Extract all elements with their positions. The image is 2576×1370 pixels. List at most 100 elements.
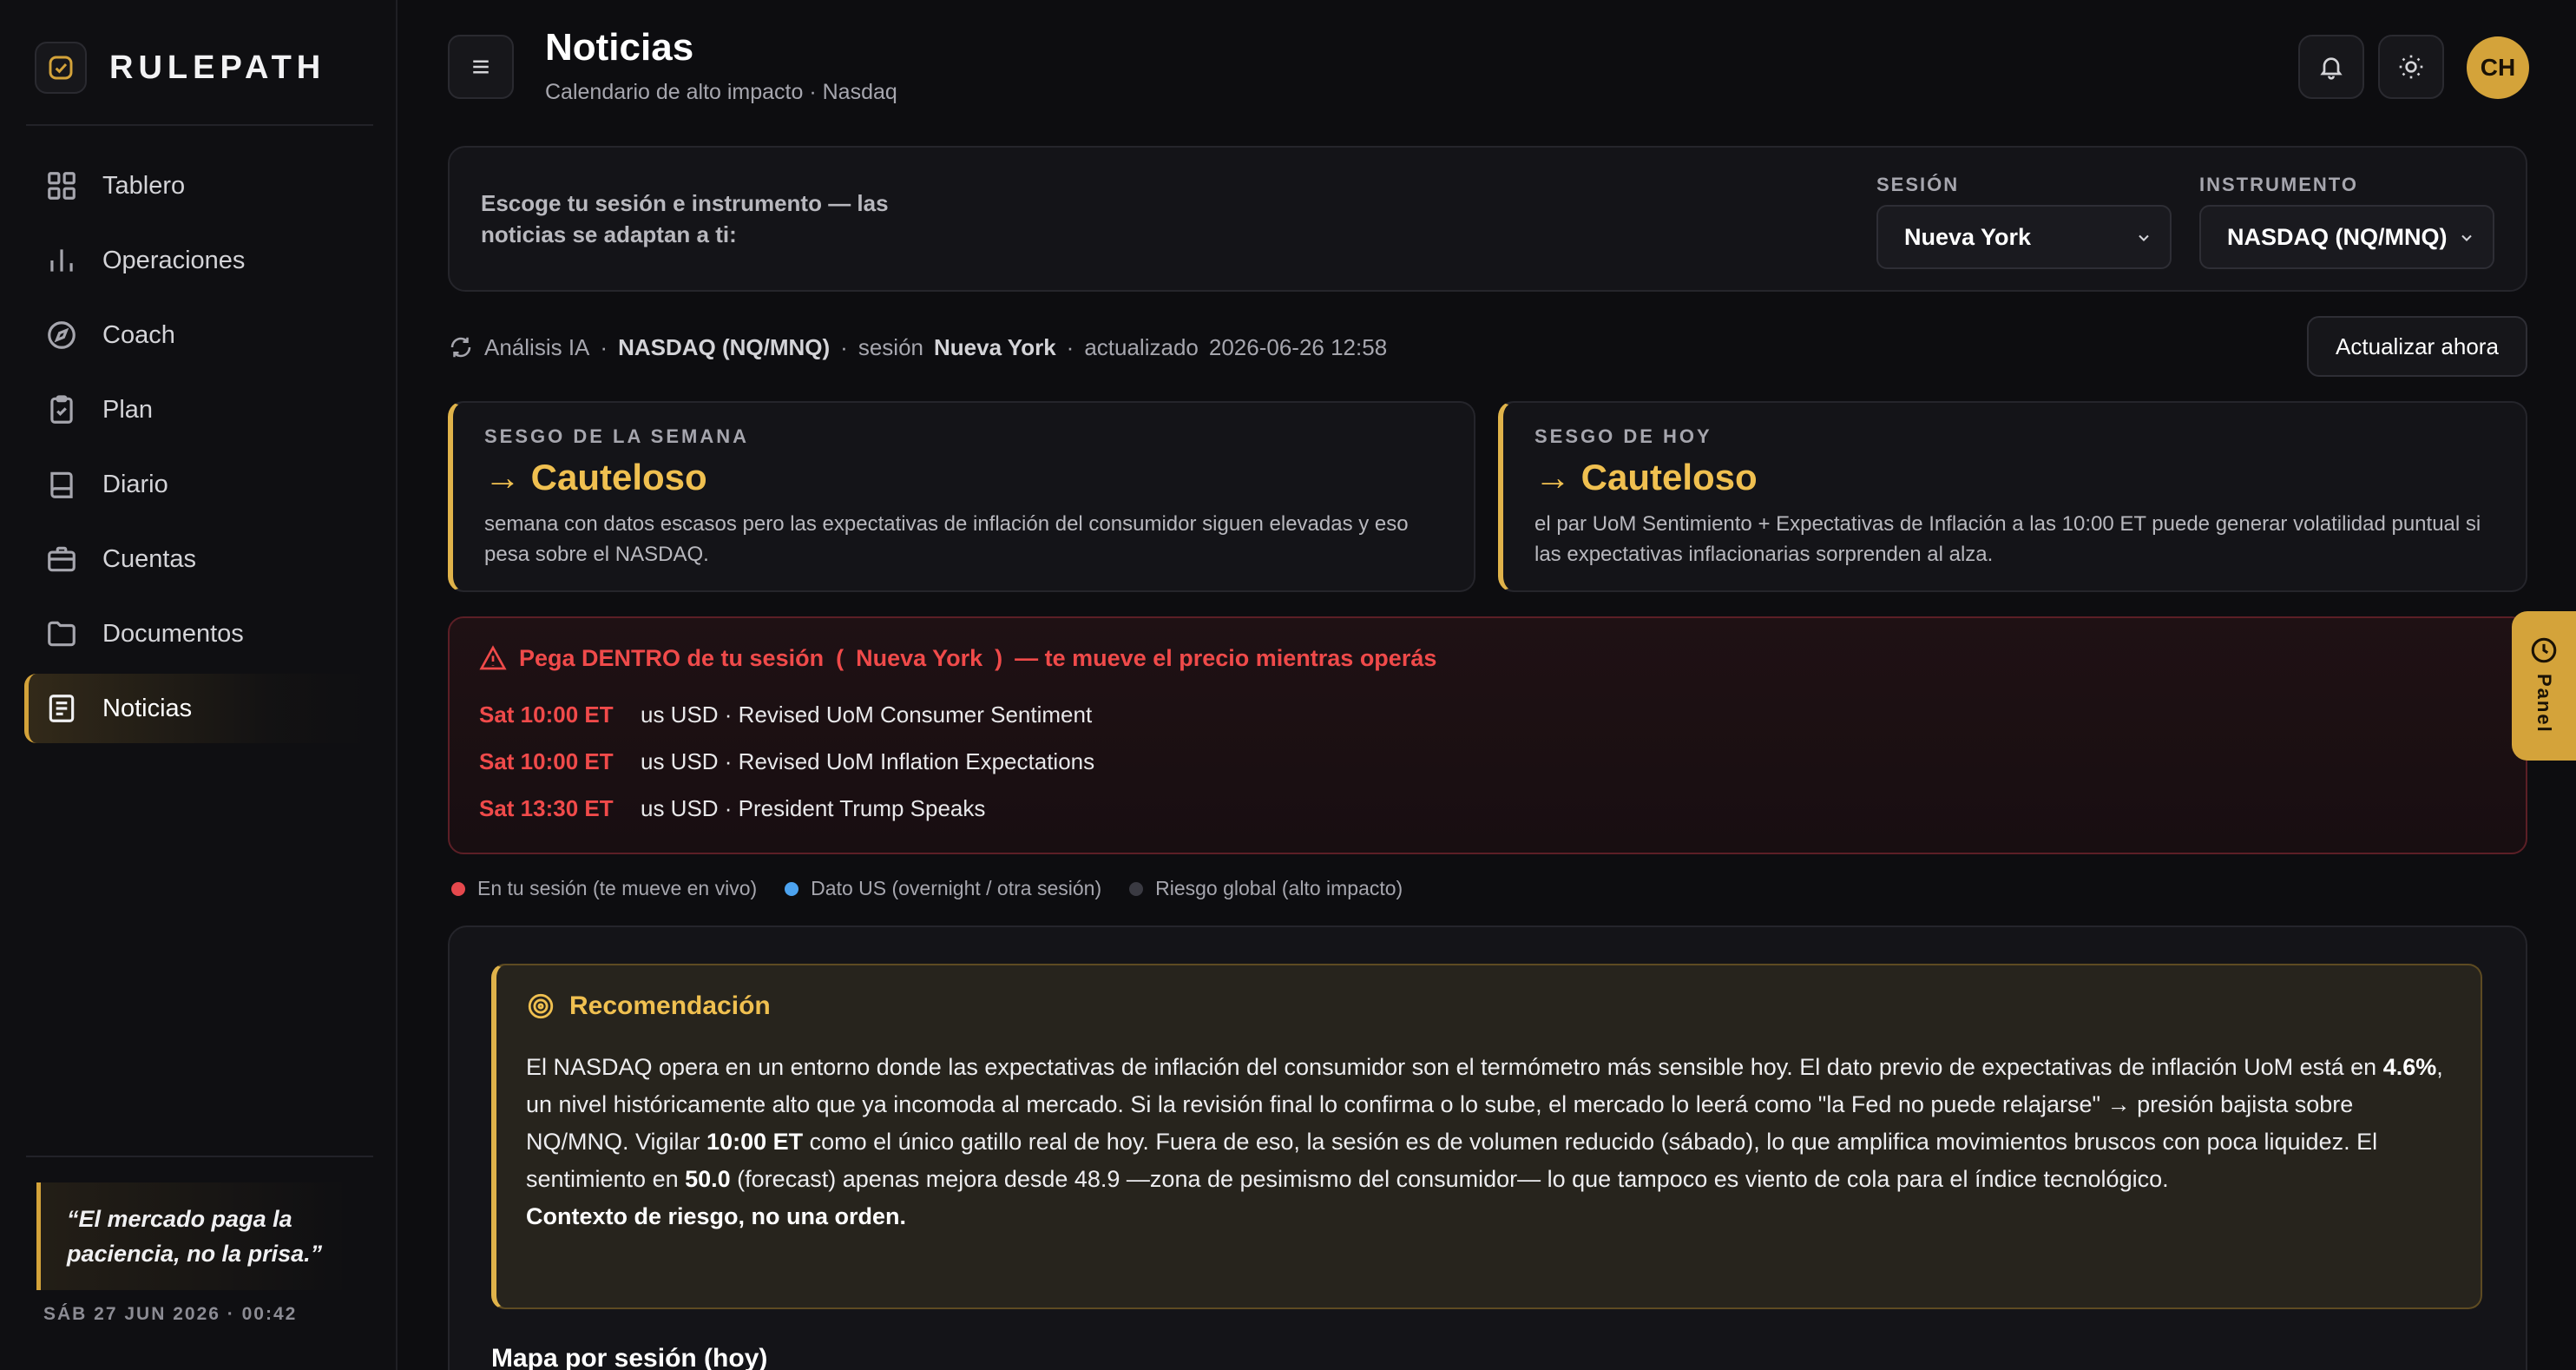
sidebar-item-cuentas[interactable]: Cuentas [24, 524, 371, 594]
event-time: Sat 10:00 ET [479, 748, 614, 774]
weekly-bias-value: → Cauteloso [484, 457, 707, 497]
meta-session-word: sesión [858, 333, 923, 360]
target-icon [528, 993, 554, 1019]
sun-icon [2399, 55, 2423, 79]
theme-toggle-button[interactable] [2378, 35, 2444, 99]
bell-icon [2320, 57, 2343, 80]
sidebar-item-coach[interactable]: Coach [24, 300, 371, 370]
refresh-icon [450, 337, 471, 358]
meta-updated-word: actualizado [1084, 333, 1199, 360]
checkbox-logo-icon [35, 42, 87, 94]
red-dot-icon [451, 882, 465, 896]
analysis-meta: Análisis IA · NASDAQ (NQ/MNQ) · sesión N… [448, 333, 1387, 361]
bar-chart-icon [50, 249, 73, 272]
selector-prompt: Escoge tu sesión e instrumento — las not… [481, 190, 889, 247]
sidebar-item-label: Diario [102, 470, 168, 498]
page-subtitle: Calendario de alto impacto · Nasdaq [545, 80, 897, 104]
session-map-title: Mapa por sesión (hoy) [491, 1344, 768, 1370]
refresh-now-button[interactable]: Actualizar ahora [2307, 316, 2527, 377]
event-row[interactable]: Sat 13:30 ET us USD · President Trump Sp… [479, 795, 985, 822]
sidebar-item-noticias[interactable]: Noticias [24, 674, 371, 743]
legend-label: En tu sesión (te mueve en vivo) [477, 877, 758, 899]
alert-paren-close: ) [995, 644, 1003, 671]
sidebar-nav: Tablero Operaciones Coach Plan Diario Cu… [24, 151, 371, 748]
clipboard-icon [50, 395, 73, 424]
sidebar-item-plan[interactable]: Plan [24, 375, 371, 445]
daily-bias-text: el par UoM Sentimiento + Expectativas de… [1534, 512, 2481, 566]
brand-name: RULEPATH [109, 49, 326, 86]
book-icon [50, 471, 73, 498]
sidebar-item-label: Documentos [102, 619, 244, 648]
chevron-down-icon [2139, 234, 2149, 241]
event-name: us USD · Revised UoM Consumer Sentiment [641, 701, 1093, 728]
instrument-select[interactable]: NASDAQ (NQ/MNQ) [2199, 205, 2494, 269]
legend-label: Riesgo global (alto impacto) [1155, 877, 1403, 899]
daily-bias-card: SESGO DE HOY → Cauteloso el par UoM Sent… [1498, 401, 2527, 592]
blue-dot-icon [785, 882, 799, 896]
alert-paren-open: ( [836, 644, 844, 671]
sidebar-item-operaciones[interactable]: Operaciones [24, 226, 371, 295]
recommendation-text: El NASDAQ opera en un entorno donde las … [526, 1049, 2453, 1235]
legend-label: Dato US (overnight / otra sesión) [811, 877, 1102, 899]
alert-session: Nueva York [856, 644, 983, 671]
rec-highlight: 50.0 [685, 1166, 731, 1192]
meta-separator: · [840, 333, 848, 360]
session-select[interactable]: Nueva York [1876, 205, 2172, 269]
impact-legend: En tu sesión (te mueve en vivo) Dato US … [451, 877, 1403, 900]
weekly-bias-text: semana con datos escasos pero las expect… [484, 512, 1409, 566]
rec-highlight: 10:00 ET [706, 1129, 804, 1155]
recommendation-title: Recomendación [569, 991, 771, 1020]
meta-instrument: NASDAQ (NQ/MNQ) [618, 333, 831, 360]
event-name: us USD · President Trump Speaks [641, 795, 986, 821]
sidebar-item-documentos[interactable]: Documentos [24, 599, 371, 669]
clock-icon [2531, 637, 2557, 663]
in-session-header: Pega DENTRO de tu sesión ( Nueva York ) … [479, 644, 1436, 672]
sidebar-divider [26, 1156, 373, 1157]
weekly-bias-card: SESGO DE LA SEMANA → Cauteloso semana co… [448, 401, 1475, 592]
meta-source: Análisis IA [484, 333, 590, 360]
sidebar-item-tablero[interactable]: Tablero [24, 151, 371, 221]
notifications-button[interactable] [2298, 35, 2364, 99]
daily-bias-value: → Cauteloso [1534, 457, 1758, 497]
sidebar-item-label: Tablero [102, 171, 186, 200]
hamburger-icon [473, 60, 489, 74]
menu-button[interactable] [448, 35, 514, 99]
chevron-down-icon [2461, 234, 2472, 241]
weekly-bias-label: SESGO DE LA SEMANA [484, 425, 749, 447]
meta-session: Nueva York [933, 333, 1056, 360]
recommendation-card: Recomendación El NASDAQ opera en un ento… [491, 964, 2482, 1309]
event-name: us USD · Revised UoM Inflation Expectati… [641, 748, 1095, 774]
compass-icon [48, 321, 76, 349]
sidebar-date: SÁB 27 JUN 2026 · 00:42 [43, 1304, 298, 1324]
sidebar-divider [26, 124, 373, 126]
event-time: Sat 13:30 ET [479, 795, 614, 821]
brand[interactable]: RULEPATH [35, 42, 325, 94]
event-row[interactable]: Sat 10:00 ET us USD · Revised UoM Consum… [479, 701, 1092, 728]
sidebar-item-label: Noticias [102, 694, 193, 722]
rec-text-part: El NASDAQ opera en un entorno donde las … [526, 1054, 2383, 1080]
meta-separator: · [600, 333, 608, 360]
briefcase-icon [48, 546, 76, 572]
sidebar-item-label: Coach [102, 320, 175, 349]
sidebar-item-label: Operaciones [102, 246, 246, 274]
event-row[interactable]: Sat 10:00 ET us USD · Revised UoM Inflat… [479, 748, 1094, 775]
sidebar: RULEPATH Tablero Operaciones Coach Plan … [0, 0, 398, 1370]
sidebar-quote: “El mercado paga la paciencia, no la pri… [36, 1182, 349, 1290]
legend-item: Dato US (overnight / otra sesión) [785, 877, 1101, 900]
sidebar-item-diario[interactable]: Diario [24, 450, 371, 519]
instrument-select-value: NASDAQ (NQ/MNQ) [2227, 223, 2448, 250]
meta-updated-time: 2026-06-26 12:58 [1208, 333, 1388, 360]
avatar[interactable]: CH [2467, 36, 2529, 99]
session-selector-card: Escoge tu sesión e instrumento — las not… [448, 146, 2527, 292]
session-label: SESIÓN [1876, 174, 1960, 195]
gray-dot-icon [1129, 882, 1144, 896]
panel-toggle-tab[interactable]: Panel [2512, 611, 2576, 761]
recommendation-header: Recomendación [526, 991, 771, 1021]
instrument-label: INSTRUMENTO [2199, 174, 2358, 195]
rec-disclaimer: Contexto de riesgo, no una orden. [526, 1203, 907, 1229]
daily-bias-label: SESGO DE HOY [1534, 425, 1712, 447]
legend-item: Riesgo global (alto impacto) [1129, 877, 1403, 900]
event-time: Sat 10:00 ET [479, 701, 614, 728]
newspaper-icon [49, 695, 75, 722]
warning-icon [479, 645, 507, 670]
